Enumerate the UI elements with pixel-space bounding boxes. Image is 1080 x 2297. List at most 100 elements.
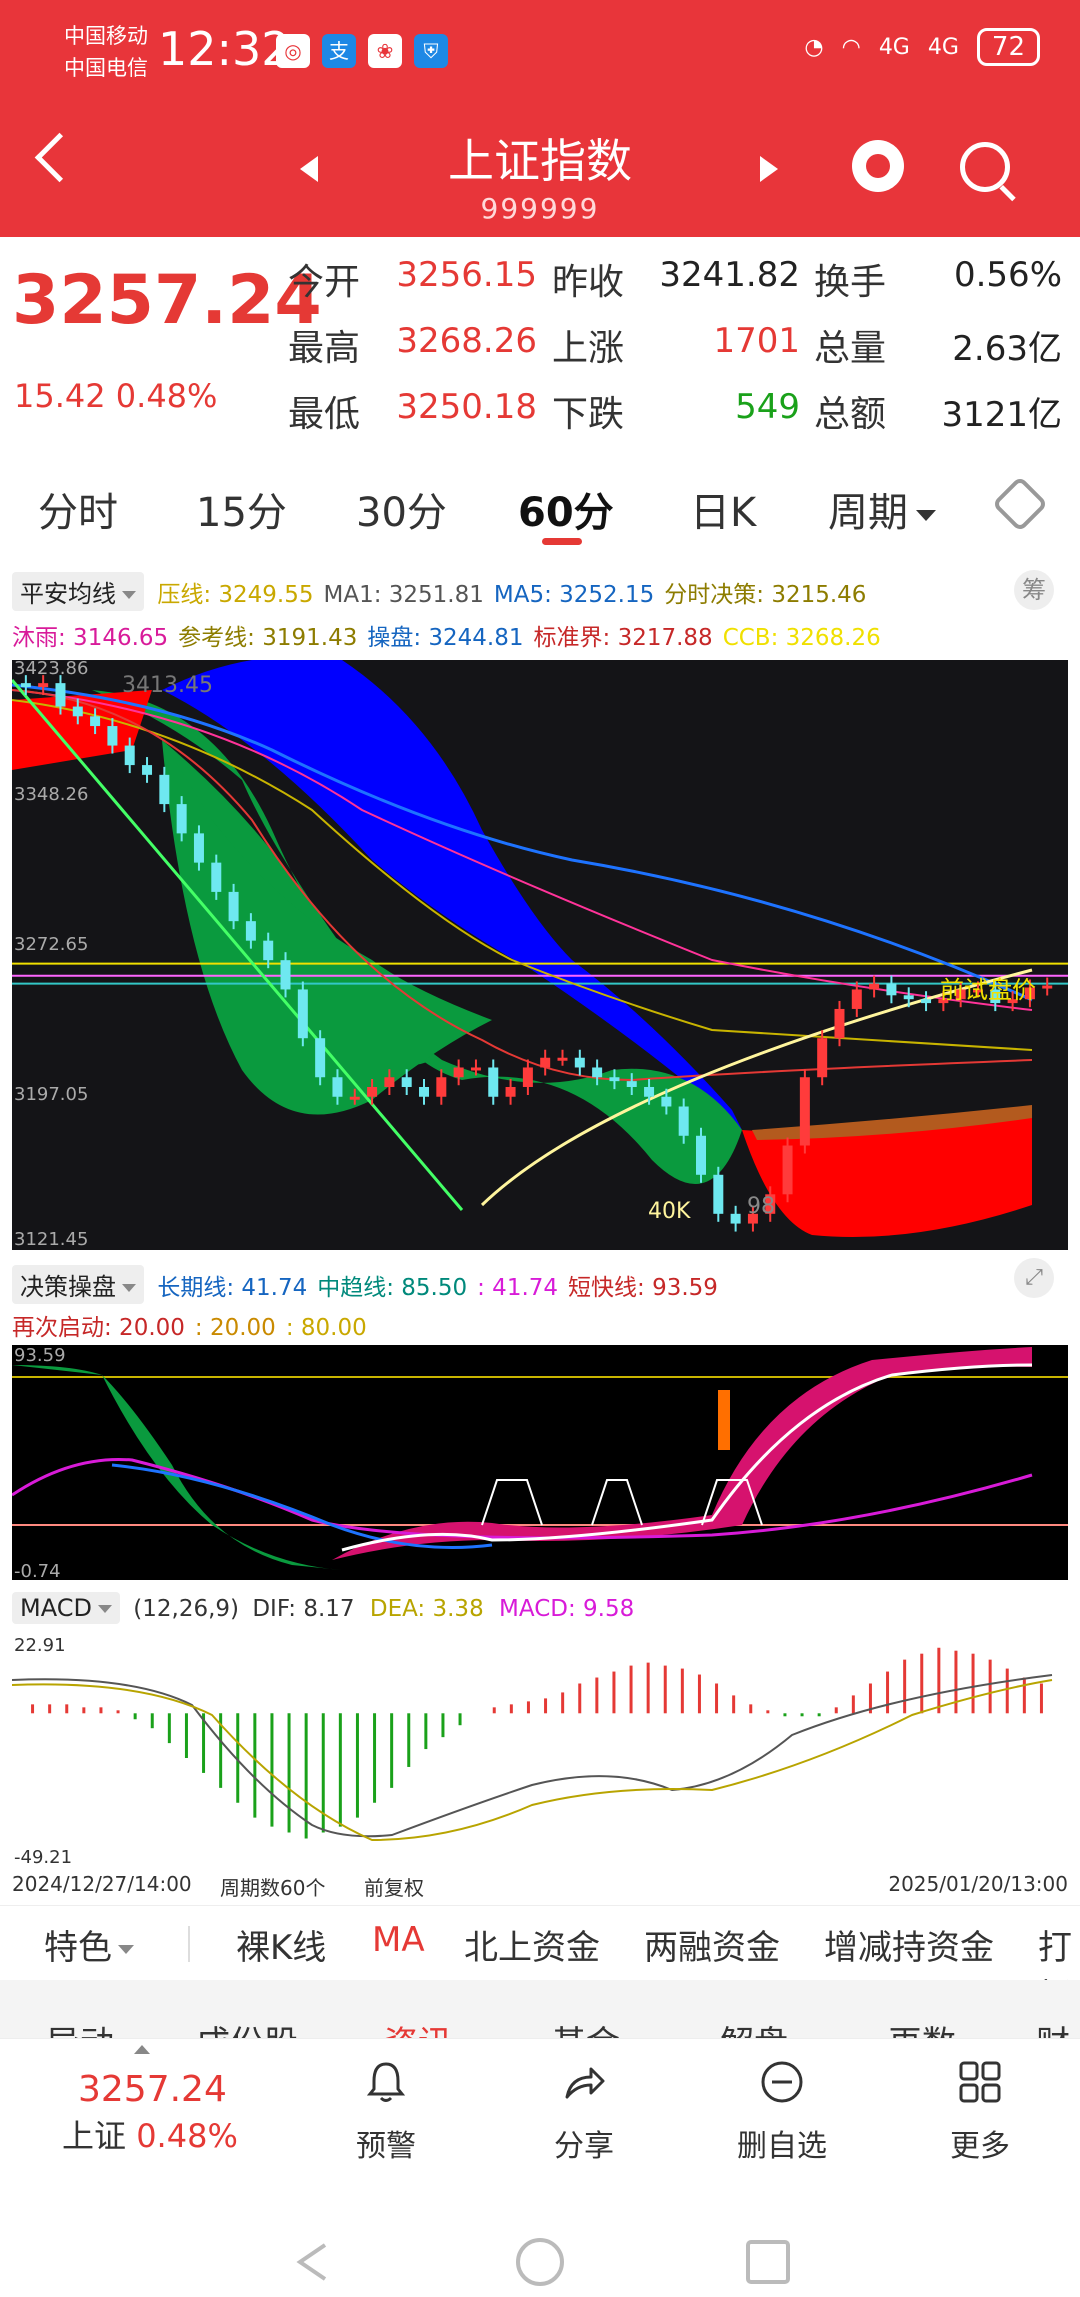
candle-body (401, 1077, 412, 1087)
decision-value: : 80.00 (285, 1315, 367, 1341)
candle-body (782, 1145, 793, 1195)
candle-body (557, 1057, 568, 1061)
period-tabs: 分时 15分 30分 60分 日K 周期 (0, 452, 1080, 562)
candle-body (505, 1086, 516, 1097)
tab-30min[interactable]: 30分 (356, 480, 447, 538)
candle-body (436, 1077, 447, 1097)
wifi-icon: ◠ (841, 34, 861, 60)
macd-params: (12,26,9) (133, 1596, 240, 1622)
kline-svg: 3423.86 3348.26 3272.65 3197.05 3121.45 3413.… (10, 656, 1068, 1250)
subtab-funds[interactable]: 基金 (552, 2018, 620, 2038)
share-label: 分享 (554, 2129, 614, 2164)
candle-body (903, 995, 914, 1000)
time-axis: 2024/12/27/14:00 周期数60个 前复权 2025/01/20/1… (12, 1872, 1068, 1900)
quote-value: 3250.18 (396, 387, 537, 427)
quote-label: 昨收 (552, 262, 625, 303)
app-notify-icon: ◎ (276, 34, 310, 68)
ma-value: MA5: 3252.15 (493, 582, 655, 608)
next-stock-icon[interactable] (760, 156, 778, 182)
decision-legend-2: 再次启动: 20.00: 20.00: 80.00 (12, 1308, 377, 1342)
decision-value: : 41.74 (477, 1275, 559, 1301)
macd-selector[interactable]: MACD (12, 1592, 120, 1624)
candle-body (817, 1038, 828, 1078)
ftab-feature-label: 特色 (44, 1928, 112, 1968)
kline-chart[interactable]: 3423.86 3348.26 3272.65 3197.05 3121.45 3413.… (10, 656, 1068, 1250)
toolbar-stock-name: 上证 (62, 2117, 127, 2155)
ftab-holdings[interactable]: 增减持资金 (824, 1920, 994, 1969)
current-price: 3257.24 (12, 261, 322, 340)
alert-button[interactable]: 预警 (326, 2059, 446, 2165)
ma-value: 操盘: 3244.81 (367, 625, 524, 651)
tab-daily-k[interactable]: 日K (690, 480, 756, 538)
tab-15min[interactable]: 15分 (196, 480, 287, 538)
decision-indicator-selector[interactable]: 决策操盘 (12, 1265, 144, 1304)
tab-period[interactable]: 周期 (828, 480, 936, 538)
collapse-arrow-icon[interactable] (134, 2045, 150, 2054)
share-button[interactable]: 分享 (524, 2059, 644, 2165)
speed-icon: ◔ (804, 34, 824, 60)
decision-value: : 20.00 (194, 1315, 276, 1341)
remove-watchlist-button[interactable]: 删自选 (722, 2059, 842, 2165)
subtab-finance[interactable]: 财 (1036, 2018, 1070, 2038)
subtab-components[interactable]: 成份股 (196, 2018, 298, 2038)
nav-home-icon (516, 2238, 564, 2286)
search-icon[interactable] (960, 142, 1010, 192)
quote-value: 1701 (713, 321, 800, 361)
candle-body (574, 1057, 585, 1068)
candle-body (142, 765, 153, 775)
y-axis-label: -0.74 (14, 1561, 61, 1580)
chips-button[interactable]: 筹 (1014, 570, 1054, 610)
expand-icon[interactable]: ⤢ (1014, 1258, 1054, 1298)
chevron-down-icon (916, 509, 936, 521)
remove-watchlist-label: 删自选 (737, 2129, 827, 2164)
decision-legend-1: 决策操盘 长期线: 41.74 中趋线: 85.50: 41.74 短快线: 93.… (12, 1265, 728, 1304)
status-icons: ◔ ◠ 4G 4G 72 (804, 28, 1040, 66)
mascot-icon[interactable] (852, 140, 904, 192)
ma-value: MA1: 3251.81 (323, 582, 484, 608)
candle-body (799, 1077, 810, 1146)
ftab-northbound[interactable]: 北上资金 (464, 1920, 600, 1969)
subtab-redata[interactable]: 再数 (888, 2018, 956, 2038)
main-indicator-selector[interactable]: 平安均线 (12, 572, 144, 611)
nav-icons (296, 2238, 790, 2286)
subtab-movement[interactable]: 异动 (46, 2018, 114, 2038)
candle-body (38, 683, 49, 688)
tab-timeshare[interactable]: 分时 (38, 480, 118, 538)
candle-body (211, 862, 222, 892)
macd-legend: MACD (12,26,9) DIF: 8.17 DEA: 3.38 MACD:… (12, 1592, 634, 1624)
tab-60min[interactable]: 60分 (518, 480, 614, 538)
candle-body (695, 1135, 706, 1175)
y-axis-label: 3423.86 (14, 660, 88, 679)
decision-chart[interactable]: 93.59 -0.74 (11, 1345, 1068, 1582)
quote-label: 上涨 (552, 328, 625, 369)
ftab-margin[interactable]: 两融资金 (644, 1920, 780, 1969)
ma-value: 参考线: 3191.43 (178, 625, 358, 651)
more-button[interactable]: 更多 (920, 2059, 1040, 2165)
candle-body (159, 774, 170, 805)
candle-body (193, 833, 204, 863)
nav-back-icon (296, 2243, 327, 2281)
ma-value: 沐雨: 3146.65 (12, 625, 169, 651)
y-axis-label: 3121.45 (14, 1229, 88, 1250)
candle-body (228, 891, 239, 922)
macd-chart[interactable]: 22.91 -49.21 (11, 1635, 1068, 1870)
signal-4g-1: 4G (878, 34, 910, 60)
bell-icon (366, 2062, 406, 2102)
low-annotation: 40K (648, 1199, 691, 1224)
chart-background (12, 1345, 1068, 1580)
ftab-feature[interactable]: 特色 (44, 1920, 134, 1969)
ma-value: 标准界: 3217.88 (533, 625, 713, 651)
ftab-naked-k[interactable]: 裸K线 (236, 1920, 326, 1969)
ftab-ma[interactable]: MA (372, 1920, 425, 1960)
candle-body (713, 1174, 724, 1214)
candle-body (349, 1096, 360, 1100)
grid-icon (959, 2061, 1001, 2103)
tab-period-label: 周期 (828, 490, 908, 536)
ma-value: CCB: 3268.26 (722, 625, 881, 651)
signal-4g-2: 4G (927, 34, 959, 60)
candle-body (869, 983, 880, 990)
subtab-news[interactable]: 资讯 (384, 2018, 452, 2038)
feature-tabs: 特色 裸K线 MA 北上资金 两融资金 增减持资金 打板 (0, 1905, 1080, 2017)
subtab-analysis[interactable]: 解盘 (720, 2018, 788, 2038)
candle-body (522, 1067, 533, 1087)
